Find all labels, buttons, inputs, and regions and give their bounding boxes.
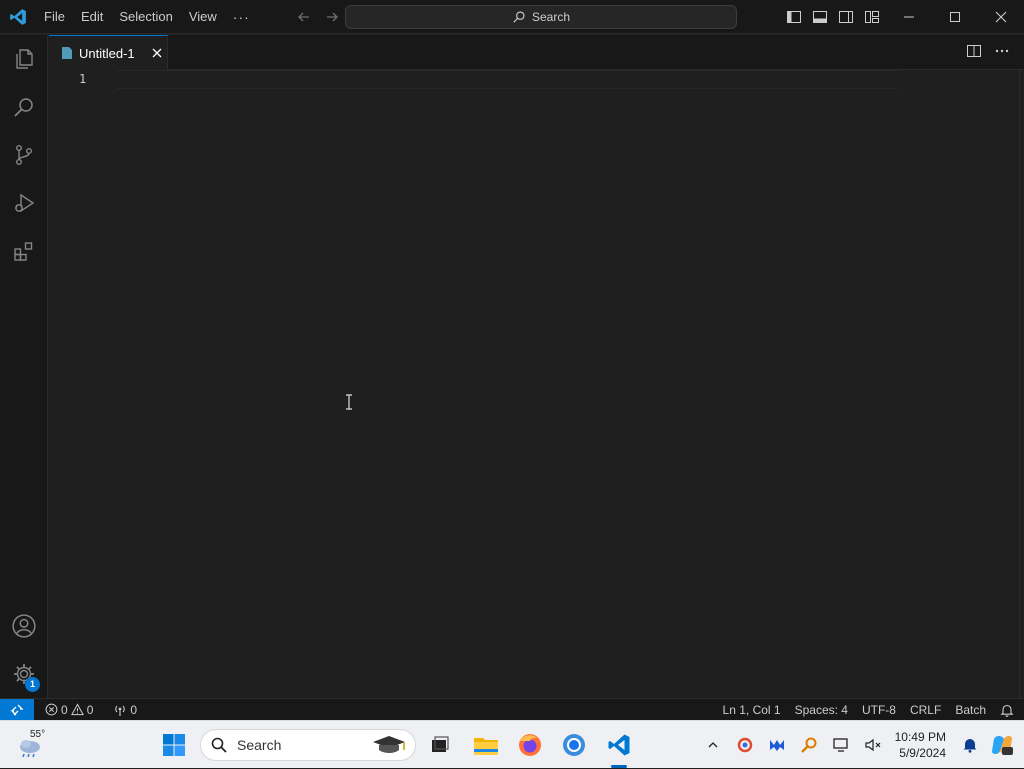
text-cursor-icon — [345, 394, 353, 410]
vscode-taskbar-icon[interactable] — [603, 729, 635, 761]
system-tray: 10:49 PM 5/9/2024 — [697, 721, 1024, 769]
command-center-label: Search — [531, 10, 571, 24]
customize-layout-icon[interactable] — [862, 7, 882, 27]
broadcast-icon — [113, 703, 127, 717]
clock-time: 10:49 PM — [894, 730, 946, 744]
activity-bar: 1 — [0, 35, 48, 698]
manage-gear-icon[interactable]: 1 — [0, 650, 48, 698]
search-key-icon[interactable] — [793, 729, 825, 761]
network-display-icon[interactable] — [825, 729, 857, 761]
remote-indicator-icon[interactable] — [0, 698, 34, 721]
maximize-icon[interactable] — [932, 0, 978, 34]
editor-tab-bar: Untitled-1 — [49, 35, 1024, 70]
search-view-icon[interactable] — [0, 83, 48, 131]
language-mode[interactable]: Batch — [955, 703, 986, 717]
taskbar-search-box[interactable]: Search — [200, 729, 416, 761]
split-editor-icon[interactable] — [966, 43, 982, 59]
error-icon — [45, 703, 58, 716]
indentation[interactable]: Spaces: 4 — [795, 703, 848, 717]
end-of-line[interactable]: CRLF — [910, 703, 941, 717]
run-and-debug-icon[interactable] — [0, 179, 48, 227]
toggle-secondary-sidebar-icon[interactable] — [836, 7, 856, 27]
problems-indicator[interactable]: 0 0 — [42, 703, 96, 717]
copilot-icon[interactable] — [986, 729, 1018, 761]
notification-bell-icon[interactable] — [954, 729, 986, 761]
tab-label: Untitled-1 — [79, 45, 135, 61]
vscode-logo-icon — [0, 0, 36, 34]
current-line-highlight — [117, 70, 898, 89]
firefox-icon[interactable] — [514, 729, 546, 761]
taskbar-search-icon — [211, 737, 227, 753]
line-number: 1 — [79, 72, 87, 86]
vertical-scrollbar[interactable] — [1019, 70, 1024, 698]
windows-taskbar: 55° Search 10:49 PM 5/9/2024 — [0, 720, 1024, 768]
close-tab-icon[interactable] — [149, 45, 165, 61]
minimize-icon[interactable] — [886, 0, 932, 34]
status-bar: 0 0 0 Ln 1, Col 1 Spaces: 4 UTF-8 CRLF B… — [0, 698, 1024, 721]
file-explorer-icon[interactable] — [470, 729, 502, 761]
title-bar: File Edit Selection View ··· Search — [0, 0, 1024, 34]
explorer-icon[interactable] — [0, 35, 48, 83]
menu-edit[interactable]: Edit — [73, 5, 111, 29]
menu-bar: File Edit Selection View ··· — [36, 0, 258, 34]
source-control-icon[interactable] — [0, 131, 48, 179]
command-center-search[interactable]: Search — [345, 5, 737, 29]
search-icon — [512, 10, 526, 24]
extensions-icon[interactable] — [0, 227, 48, 275]
ports-indicator[interactable]: 0 — [110, 703, 140, 717]
cursor-position[interactable]: Ln 1, Col 1 — [723, 703, 781, 717]
close-window-icon[interactable] — [978, 0, 1024, 34]
encoding[interactable]: UTF-8 — [862, 703, 896, 717]
warning-icon — [70, 703, 84, 716]
menu-file[interactable]: File — [36, 5, 73, 29]
chrome-icon[interactable] — [558, 729, 590, 761]
show-hidden-icons-chevron-icon[interactable] — [697, 729, 729, 761]
manage-badge: 1 — [25, 677, 40, 692]
editor-area[interactable]: 1 — [49, 70, 1024, 698]
warning-count: 0 — [86, 702, 94, 717]
taskbar-search-placeholder: Search — [237, 737, 282, 753]
task-view-icon[interactable] — [424, 729, 456, 761]
file-type-icon — [61, 46, 73, 60]
menu-selection[interactable]: Selection — [111, 5, 180, 29]
notifications-bell-icon[interactable] — [1000, 703, 1014, 717]
more-actions-icon[interactable] — [994, 43, 1010, 59]
go-back-icon[interactable] — [294, 7, 314, 27]
error-count: 0 — [61, 702, 68, 717]
go-forward-icon[interactable] — [322, 7, 342, 27]
toggle-panel-icon[interactable] — [810, 7, 830, 27]
clock[interactable]: 10:49 PM 5/9/2024 — [895, 729, 946, 761]
ports-count: 0 — [130, 702, 138, 717]
clock-date: 5/9/2024 — [899, 746, 946, 760]
toggle-primary-sidebar-icon[interactable] — [784, 7, 804, 27]
accounts-icon[interactable] — [0, 602, 48, 650]
tab-untitled-1[interactable]: Untitled-1 — [49, 35, 168, 70]
menu-view[interactable]: View — [181, 5, 225, 29]
graduation-cap-icon — [371, 733, 407, 757]
start-windows-icon[interactable] — [158, 729, 190, 761]
sync-app-icon[interactable] — [729, 729, 761, 761]
volume-muted-icon[interactable] — [857, 729, 889, 761]
weather-temperature: 55° — [30, 729, 46, 740]
malwarebytes-icon[interactable] — [761, 729, 793, 761]
more-menu-icon[interactable]: ··· — [225, 9, 258, 25]
